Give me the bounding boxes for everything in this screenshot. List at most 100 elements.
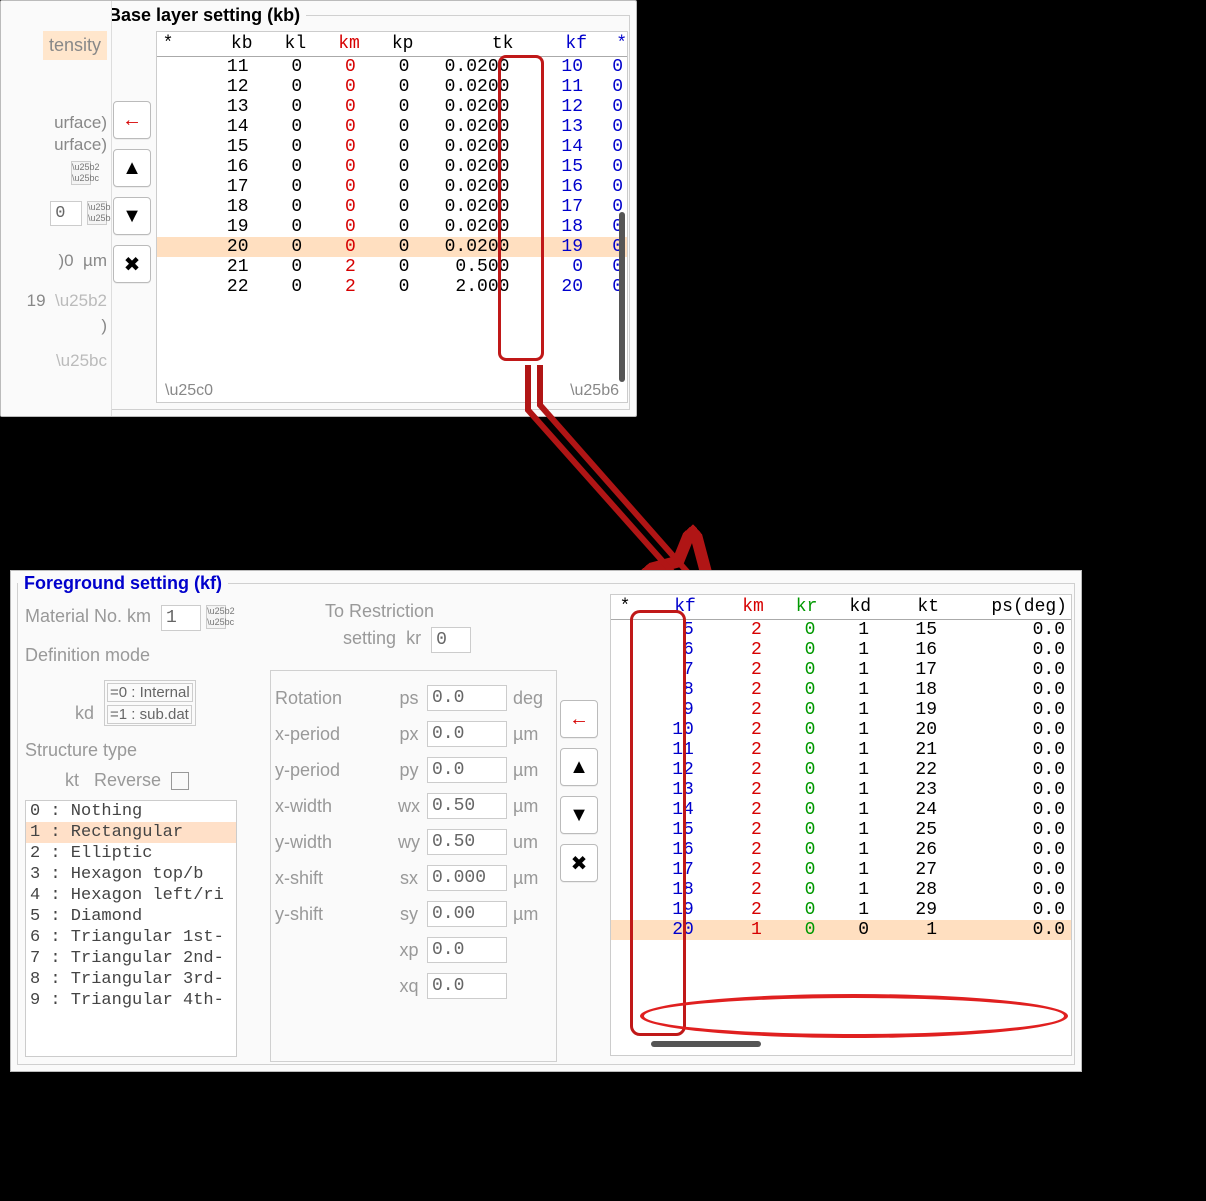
param-input[interactable]: 0.0: [427, 685, 507, 711]
table-row[interactable]: 5201150.0: [611, 620, 1071, 641]
param-sym: wy: [391, 832, 427, 853]
back-button[interactable]: ←: [113, 101, 151, 139]
col-kf: kf: [513, 32, 587, 57]
list-item[interactable]: 7 : Triangular 2nd-: [26, 948, 236, 969]
param-name: x-shift: [275, 868, 391, 889]
table-row[interactable]: 16201260.0: [611, 840, 1071, 860]
table-row[interactable]: 170000.0200160: [157, 177, 627, 197]
param-sym: px: [391, 724, 427, 745]
kd-opt-0[interactable]: =0 : Internal: [107, 683, 193, 702]
param-row: x-widthwx0.50µm: [275, 793, 553, 819]
base-layer-title: Base layer setting (kb): [102, 5, 306, 26]
kd-opt-1[interactable]: =1 : sub.dat: [107, 705, 192, 724]
foreground-table-wrap[interactable]: * kf km kr kd kt ps(deg) 5201150.0620116…: [610, 594, 1072, 1056]
table-row[interactable]: 12201220.0: [611, 760, 1071, 780]
foreground-table[interactable]: * kf km kr kd kt ps(deg) 5201150.0620116…: [611, 595, 1071, 940]
spin-value[interactable]: 0: [50, 201, 82, 226]
up-button[interactable]: ▲: [113, 149, 151, 187]
kt-row: kt Reverse: [65, 770, 189, 791]
param-sym: ps: [391, 688, 427, 709]
param-name: y-period: [275, 760, 391, 781]
table-row[interactable]: 6201160.0: [611, 640, 1071, 660]
kt-sym: kt: [65, 770, 79, 790]
param-name: x-period: [275, 724, 391, 745]
horizontal-scrollbar[interactable]: \u25c0 \u25b6: [165, 384, 619, 398]
table-row[interactable]: 10201200.0: [611, 720, 1071, 740]
param-input[interactable]: 0.50: [427, 829, 507, 855]
table-row[interactable]: 180000.0200170: [157, 197, 627, 217]
table-row[interactable]: 7201170.0: [611, 660, 1071, 680]
table-row[interactable]: 120000.0200110: [157, 77, 627, 97]
spinner-1[interactable]: \u25b2\u25bc: [71, 161, 91, 185]
table-row[interactable]: 14201240.0: [611, 800, 1071, 820]
material-spinner[interactable]: \u25b2\u25bc: [206, 605, 226, 629]
table-row[interactable]: 190000.0200180: [157, 217, 627, 237]
table-row[interactable]: 18201280.0: [611, 880, 1071, 900]
table-row[interactable]: 130000.0200120: [157, 97, 627, 117]
table-row[interactable]: 110000.0200100: [157, 57, 627, 78]
kd-sym: kd: [75, 703, 94, 723]
table-row[interactable]: 200000.0200190: [157, 237, 627, 257]
param-sym: sx: [391, 868, 427, 889]
table-row[interactable]: 2010010.0: [611, 920, 1071, 940]
list-item[interactable]: 9 : Triangular 4th-: [26, 990, 236, 1011]
param-sym: wx: [391, 796, 427, 817]
base-layer-table[interactable]: * kb kl km kp tk kf * 110000.02001001200…: [157, 32, 627, 297]
param-input[interactable]: 0.0: [427, 937, 507, 963]
kd-options[interactable]: =0 : Internal =1 : sub.dat: [104, 680, 196, 726]
list-item[interactable]: 1 : Rectangular: [26, 822, 236, 843]
close-button[interactable]: ✖: [113, 245, 151, 283]
param-input[interactable]: 0.50: [427, 793, 507, 819]
table-row[interactable]: 13201230.0: [611, 780, 1071, 800]
base-layer-table-wrap[interactable]: * kb kl km kp tk kf * 110000.02001001200…: [156, 31, 628, 403]
table-row[interactable]: 150000.0200140: [157, 137, 627, 157]
down-button-bottom[interactable]: ▼: [560, 796, 598, 834]
scroll-left-icon[interactable]: \u25c0: [165, 382, 213, 400]
param-input[interactable]: 0.0: [427, 757, 507, 783]
table-row[interactable]: 140000.0200130: [157, 117, 627, 137]
list-item[interactable]: 4 : Hexagon left/ri: [26, 885, 236, 906]
down-button[interactable]: ▼: [113, 197, 151, 235]
list-item[interactable]: 8 : Triangular 3rd-: [26, 969, 236, 990]
param-input[interactable]: 0.00: [427, 901, 507, 927]
table-row[interactable]: 8201180.0: [611, 680, 1071, 700]
close-button-bottom[interactable]: ✖: [560, 844, 598, 882]
bottom-nav-column: ← ▲ ▼ ✖: [560, 700, 600, 892]
table-row[interactable]: 15201250.0: [611, 820, 1071, 840]
table-row[interactable]: 9201190.0: [611, 700, 1071, 720]
table-row[interactable]: 17201270.0: [611, 860, 1071, 880]
param-input[interactable]: 0.000: [427, 865, 507, 891]
param-row: xq0.0: [275, 973, 553, 999]
scroll-right-icon[interactable]: \u25b6: [570, 382, 619, 400]
param-row: y-shiftsy0.00µm: [275, 901, 553, 927]
table-row[interactable]: 220202.000200: [157, 277, 627, 297]
list-item[interactable]: 5 : Diamond: [26, 906, 236, 927]
reverse-checkbox[interactable]: [171, 772, 189, 790]
fg-col-ps: ps(deg): [943, 595, 1071, 620]
col-kb: kb: [179, 32, 253, 57]
up-button-bottom[interactable]: ▲: [560, 748, 598, 786]
table-row[interactable]: 19201290.0: [611, 900, 1071, 920]
restriction-sub: setting: [343, 628, 396, 648]
structure-type-list[interactable]: 0 : Nothing1 : Rectangular2 : Elliptic3 …: [25, 800, 237, 1057]
table-row[interactable]: 11201210.0: [611, 740, 1071, 760]
list-item[interactable]: 6 : Triangular 1st-: [26, 927, 236, 948]
param-name: y-width: [275, 832, 391, 853]
param-input[interactable]: 0.0: [427, 721, 507, 747]
micron-num: )0: [58, 251, 73, 270]
table-row[interactable]: 160000.0200150: [157, 157, 627, 177]
material-input[interactable]: 1: [161, 605, 201, 631]
fg-horizontal-scrollbar[interactable]: [651, 1041, 761, 1047]
list-item[interactable]: 0 : Nothing: [26, 801, 236, 822]
vertical-scrollbar[interactable]: [619, 212, 625, 382]
back-button-bottom[interactable]: ←: [560, 700, 598, 738]
col-star2: *: [587, 32, 627, 57]
param-input[interactable]: 0.0: [427, 973, 507, 999]
list-item[interactable]: 3 : Hexagon top/b: [26, 864, 236, 885]
spinner-2[interactable]: \u25b2\u25bc: [87, 201, 107, 225]
restriction-row: setting kr 0: [343, 627, 471, 653]
reverse-label: Reverse: [94, 770, 161, 790]
kr-input[interactable]: 0: [431, 627, 471, 653]
table-row[interactable]: 210200.50000: [157, 257, 627, 277]
list-item[interactable]: 2 : Elliptic: [26, 843, 236, 864]
